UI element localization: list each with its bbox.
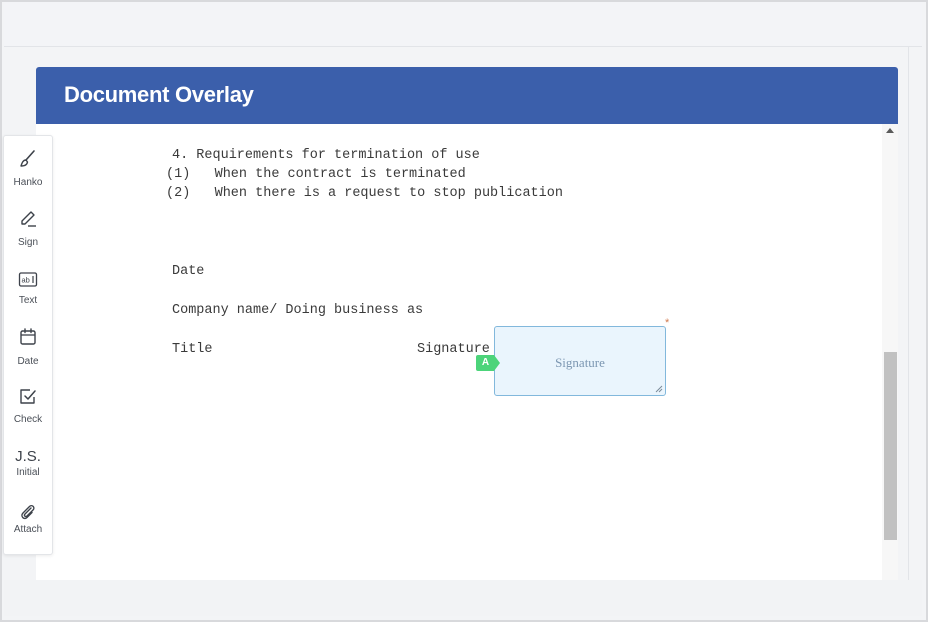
tool-sign[interactable]: Sign: [4, 208, 52, 260]
doc-line-item-2: (2) When there is a request to stop publ…: [166, 186, 563, 201]
panel-title: Document Overlay: [64, 82, 254, 107]
svg-text:ab: ab: [22, 276, 30, 285]
paperclip-icon: [21, 504, 35, 520]
signature-field[interactable]: Signature: [494, 326, 666, 396]
vertical-scrollbar[interactable]: [882, 124, 898, 580]
tool-hanko[interactable]: Hanko: [4, 148, 52, 200]
checkbox-icon: [20, 389, 36, 404]
doc-line-title: Title: [172, 342, 213, 357]
tool-initial-label: Initial: [16, 467, 40, 478]
pen-icon: [21, 211, 36, 227]
assignee-tag[interactable]: A: [476, 355, 500, 371]
scroll-up-arrow-icon[interactable]: [886, 128, 894, 133]
text-field-icon: ab: [18, 272, 38, 287]
doc-line-item-1: (1) When the contract is terminated: [166, 167, 466, 182]
doc-line-requirements: 4. Requirements for termination of use: [172, 148, 480, 163]
tool-text-label: Text: [18, 295, 38, 306]
assignee-letter: A: [481, 357, 490, 368]
doc-line-company: Company name/ Doing business as: [172, 303, 424, 318]
document-viewer[interactable]: 4. Requirements for termination of use (…: [36, 124, 882, 580]
tool-attach[interactable]: Attach: [4, 502, 52, 554]
tool-sign-label: Sign: [17, 237, 38, 248]
brush-icon: [20, 150, 35, 167]
tool-text[interactable]: ab Text: [4, 268, 52, 320]
bottom-bar: [4, 580, 922, 616]
tool-initial[interactable]: J.S. Initial: [4, 448, 52, 500]
required-marker: *: [665, 317, 670, 329]
resize-handle-icon[interactable]: [655, 385, 663, 393]
top-bar: [4, 2, 922, 47]
tool-check[interactable]: Check: [4, 386, 52, 438]
divider: [908, 46, 909, 580]
tool-attach-label: Attach: [13, 524, 43, 535]
tool-date[interactable]: Date: [4, 326, 52, 378]
doc-line-date: Date: [172, 264, 205, 279]
scroll-thumb[interactable]: [884, 352, 897, 540]
panel-header: Document Overlay: [36, 67, 898, 124]
field-toolbar: Hanko Sign ab Text Date Check J.S. Initi…: [3, 135, 53, 555]
tool-check-label: Check: [13, 414, 43, 425]
signature-field-placeholder: Signature: [555, 355, 605, 370]
initials-icon: J.S.: [15, 448, 41, 465]
calendar-icon: [20, 328, 36, 345]
tool-date-label: Date: [17, 356, 39, 367]
tool-hanko-label: Hanko: [13, 177, 43, 188]
document-overlay-panel: Document Overlay 4. Requirements for ter…: [36, 67, 898, 580]
